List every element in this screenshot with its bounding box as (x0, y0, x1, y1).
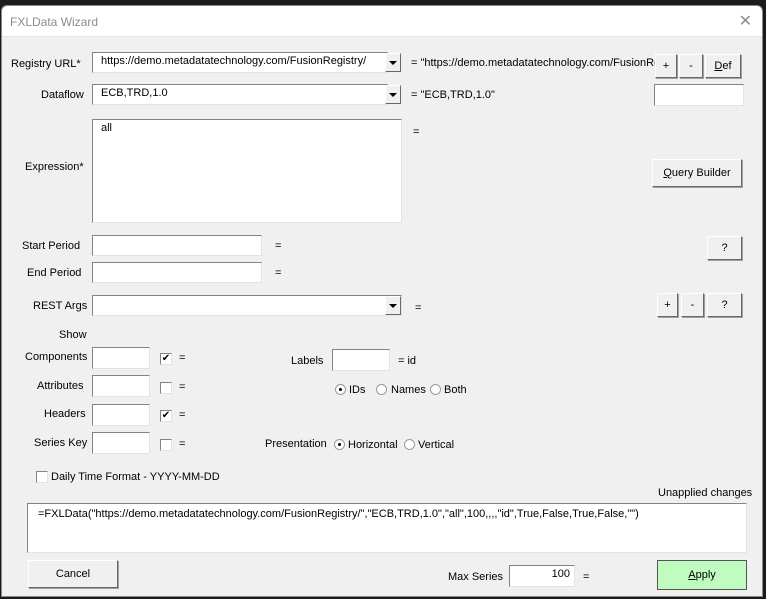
components-checkbox[interactable]: ✔ (160, 353, 172, 365)
daily-time-format-label: Daily Time Format - YYYY-MM-DD (51, 471, 220, 483)
dataflow-combobox[interactable]: ECB,TRD,1.0 (92, 84, 388, 105)
registry-url-echo: = "https://demo.metadatatechnology.com/F… (411, 57, 661, 69)
end-period-echo: = (275, 267, 282, 279)
components-label: Components (25, 351, 88, 363)
apply-hotkey: A (688, 569, 696, 581)
close-icon[interactable]: ✕ (739, 11, 752, 31)
show-heading: Show (59, 329, 87, 341)
window-title: FXLData Wizard (10, 15, 99, 29)
dataflow-label: Dataflow (41, 89, 84, 101)
start-period-label: Start Period (22, 240, 81, 252)
labels-radio-ids[interactable] (335, 384, 346, 395)
title-bar: FXLData Wizard ✕ (2, 6, 762, 37)
presentation-radio-horizontal-label: Horizontal (348, 439, 398, 451)
daily-time-format-checkbox[interactable] (36, 471, 48, 483)
headers-label: Headers (44, 408, 86, 420)
default-registry-button[interactable]: Def (705, 54, 741, 78)
attributes-input[interactable] (92, 375, 150, 397)
rest-args-combobox[interactable] (92, 295, 402, 316)
registry-url-combobox[interactable]: https://demo.metadatatechnology.com/Fusi… (92, 52, 388, 73)
rest-args-echo: = (415, 302, 422, 314)
headers-echo: = (179, 409, 186, 421)
chevron-down-icon (389, 303, 397, 308)
headers-input[interactable] (92, 404, 150, 426)
def-hotkey: D (714, 60, 723, 72)
rest-args-help-button[interactable]: ? (707, 293, 742, 317)
presentation-radio-vertical-label: Vertical (418, 439, 455, 451)
fxldata-wizard-dialog: FXLData Wizard ✕ Registry URL* https://d… (1, 5, 763, 597)
dataflow-dropdown-button[interactable] (385, 85, 401, 104)
end-period-label: End Period (27, 267, 82, 279)
dataflow-side-input[interactable] (654, 84, 744, 106)
period-help-button[interactable]: ? (707, 236, 742, 260)
series-key-label: Series Key (34, 437, 88, 449)
labels-radio-names[interactable] (376, 384, 387, 395)
query-builder-label: uery Builder (671, 167, 731, 179)
remove-rest-arg-button[interactable]: - (681, 293, 704, 317)
components-input[interactable] (92, 347, 150, 369)
start-period-input[interactable] (92, 235, 262, 256)
labels-input[interactable] (332, 349, 390, 371)
labels-radio-names-label: Names (391, 384, 426, 396)
attributes-label: Attributes (37, 380, 84, 392)
expression-echo: = (413, 126, 420, 138)
formula-preview[interactable]: =FXLData("https://demo.metadatatechnolog… (27, 503, 747, 553)
presentation-label: Presentation (265, 438, 327, 450)
series-key-input[interactable] (92, 432, 150, 454)
headers-checkbox[interactable]: ✔ (160, 410, 172, 422)
components-echo: = (179, 352, 186, 364)
labels-label: Labels (291, 355, 324, 367)
query-builder-button[interactable]: Query Builder (652, 159, 742, 187)
rest-args-dropdown-button[interactable] (385, 296, 401, 315)
rest-args-label: REST Args (33, 300, 88, 312)
dataflow-echo: = "ECB,TRD,1.0" (411, 89, 495, 101)
max-series-echo: = (583, 571, 590, 583)
expression-textarea[interactable]: all (92, 119, 402, 223)
start-period-echo: = (275, 240, 282, 252)
unapplied-changes-status: Unapplied changes (658, 487, 753, 499)
labels-radio-ids-label: IDs (349, 384, 366, 396)
remove-registry-button[interactable]: - (679, 54, 703, 78)
query-builder-hotkey: Q (663, 167, 672, 179)
apply-label: pply (695, 569, 716, 581)
chevron-down-icon (389, 92, 397, 97)
series-key-checkbox[interactable] (160, 439, 172, 451)
presentation-radio-vertical[interactable] (404, 439, 415, 450)
max-series-label: Max Series (448, 571, 504, 583)
cancel-button[interactable]: Cancel (28, 560, 118, 588)
registry-url-label: Registry URL* (11, 58, 81, 70)
labels-echo: = id (398, 355, 417, 367)
def-label: ef (722, 60, 732, 72)
attributes-checkbox[interactable] (160, 382, 172, 394)
presentation-radio-horizontal[interactable] (334, 439, 345, 450)
series-key-echo: = (179, 438, 186, 450)
end-period-input[interactable] (92, 262, 262, 283)
attributes-echo: = (179, 381, 186, 393)
max-series-input[interactable]: 100 (509, 565, 575, 587)
labels-radio-both[interactable] (430, 384, 441, 395)
labels-radio-both-label: Both (444, 384, 467, 396)
add-registry-button[interactable]: + (655, 54, 677, 78)
expression-label: Expression* (25, 161, 84, 173)
apply-button[interactable]: Apply (657, 560, 747, 590)
registry-url-dropdown-button[interactable] (385, 53, 401, 72)
chevron-down-icon (389, 60, 397, 65)
add-rest-arg-button[interactable]: + (657, 293, 678, 317)
